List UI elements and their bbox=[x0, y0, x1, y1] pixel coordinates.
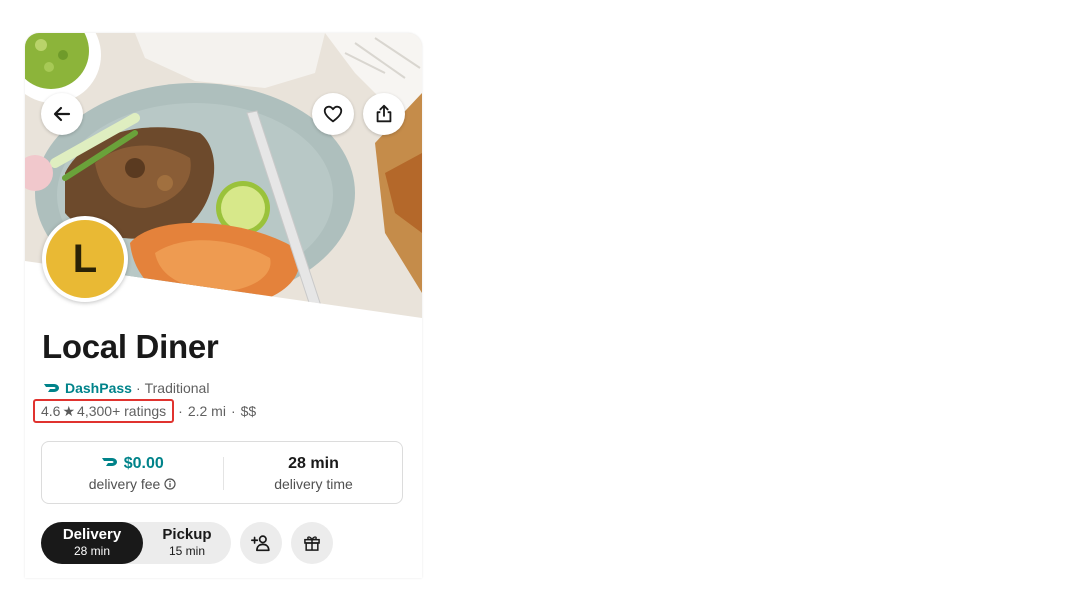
group-order-icon bbox=[251, 535, 270, 552]
delivery-option[interactable]: Delivery 28 min bbox=[41, 526, 143, 559]
info-icon[interactable] bbox=[164, 478, 176, 490]
store-distance: 2.2 mi bbox=[187, 403, 226, 419]
delivery-fee-value: $0.00 bbox=[42, 454, 223, 474]
dashpass-label[interactable]: DashPass bbox=[65, 380, 132, 396]
delivery-fee-label: delivery fee bbox=[42, 474, 223, 494]
back-button[interactable] bbox=[41, 93, 83, 135]
store-price-range: $$ bbox=[240, 403, 257, 419]
share-button[interactable] bbox=[363, 93, 405, 135]
share-icon bbox=[376, 104, 392, 123]
favorite-button[interactable] bbox=[312, 93, 354, 135]
delivery-fee-section[interactable]: $0.00 delivery fee bbox=[42, 454, 223, 494]
stats-separator: · bbox=[230, 403, 236, 419]
store-stats-row: 4.6 ★ 4,300+ ratings · 2.2 mi · $$ bbox=[33, 397, 256, 425]
store-logo-avatar: L bbox=[42, 216, 128, 302]
pickup-option-label: Pickup bbox=[162, 526, 212, 543]
rating-value: 4.6 bbox=[41, 403, 61, 419]
pickup-option[interactable]: Pickup 15 min bbox=[143, 526, 231, 559]
delivery-time-section: 28 min delivery time bbox=[223, 454, 404, 494]
gift-icon bbox=[304, 536, 320, 551]
star-icon: ★ bbox=[62, 402, 76, 419]
ratings-count: 4,300+ ratings bbox=[77, 403, 167, 419]
delivery-time-label: delivery time bbox=[274, 476, 353, 492]
dashpass-icon bbox=[44, 384, 59, 392]
fulfillment-toggle: Delivery 28 min Pickup 15 min bbox=[41, 522, 231, 564]
heart-icon bbox=[323, 105, 343, 123]
delivery-fee-text: delivery fee bbox=[88, 476, 161, 492]
delivery-option-label: Delivery bbox=[62, 526, 122, 543]
store-meta-row: DashPass · Traditional bbox=[43, 380, 209, 396]
avatar-letter: L bbox=[72, 236, 98, 281]
meta-separator: · bbox=[135, 380, 141, 396]
back-arrow-icon bbox=[53, 106, 71, 122]
store-category: Traditional bbox=[144, 380, 210, 396]
ratings-highlight[interactable]: 4.6 ★ 4,300+ ratings bbox=[33, 399, 175, 423]
group-order-button[interactable] bbox=[240, 522, 282, 564]
delivery-fee-amount: $0.00 bbox=[123, 455, 164, 472]
delivery-time-value: 28 min bbox=[288, 455, 339, 472]
store-page: L Local Diner DashPass · Traditional 4.6… bbox=[25, 33, 422, 578]
dashpass-icon bbox=[102, 458, 118, 466]
pickup-option-time: 15 min bbox=[168, 544, 206, 558]
stats-separator: · bbox=[178, 403, 183, 419]
delivery-option-time: 28 min bbox=[73, 544, 111, 558]
delivery-info-box: $0.00 delivery fee 28 min delivery time bbox=[41, 441, 403, 504]
store-name: Local Diner bbox=[42, 328, 219, 365]
gift-button[interactable] bbox=[291, 522, 333, 564]
